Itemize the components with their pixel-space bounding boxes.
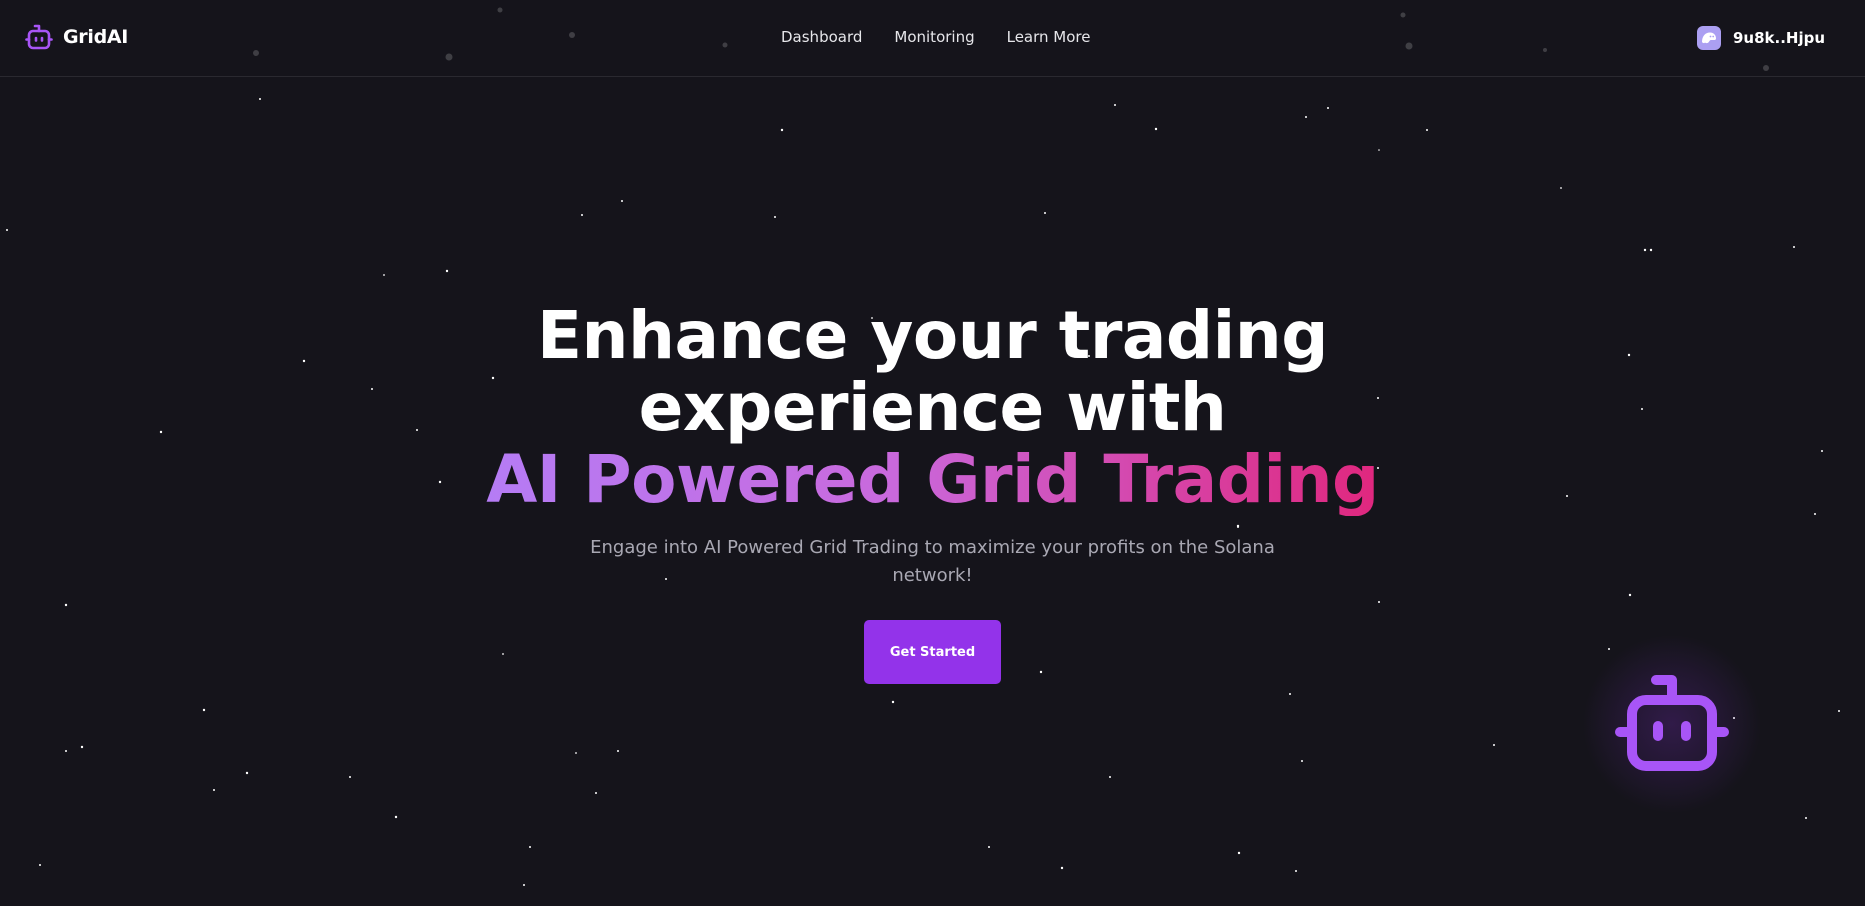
nav-link-learn-more[interactable]: Learn More (1007, 28, 1091, 46)
hero-subtitle: Engage into AI Powered Grid Trading to m… (590, 537, 1275, 586)
phantom-wallet-icon (1697, 26, 1721, 50)
get-started-button[interactable]: Get Started (864, 620, 1001, 684)
page: GridAI Dashboard Monitoring Learn More 9… (0, 0, 1865, 906)
nav-link-dashboard[interactable]: Dashboard (781, 28, 862, 46)
robot-icon (1610, 670, 1734, 778)
brand-logo[interactable]: GridAI (24, 22, 128, 52)
hero-title-line-1: Enhance your trading (536, 297, 1329, 374)
wallet-button[interactable]: 9u8k..Hjpu (1697, 26, 1825, 50)
main-nav: Dashboard Monitoring Learn More (781, 28, 1091, 46)
nav-link-monitoring[interactable]: Monitoring (894, 28, 974, 46)
floating-bot-button[interactable] (1582, 634, 1762, 814)
hero-title-highlight: AI Powered Grid Trading (486, 441, 1379, 518)
navbar: GridAI Dashboard Monitoring Learn More 9… (0, 0, 1865, 77)
robot-icon (24, 22, 54, 52)
wallet-address: 9u8k..Hjpu (1733, 29, 1826, 47)
hero-title: Enhance your trading experience with AI … (0, 300, 1865, 516)
hero-section: Enhance your trading experience with AI … (0, 300, 1865, 684)
hero-title-line-2: experience with (638, 369, 1227, 446)
brand-name: GridAI (63, 26, 129, 48)
